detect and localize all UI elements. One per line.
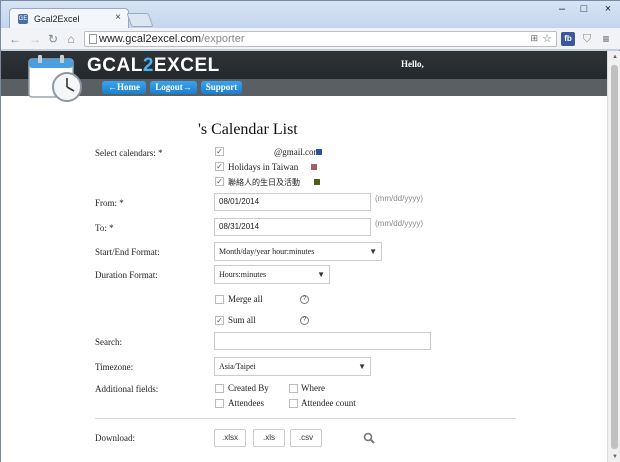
calendar-name-birthdays: 聯絡人的生日及活動 <box>228 178 300 187</box>
download-csv-button[interactable]: .csv <box>290 429 322 447</box>
calendar-color-swatch <box>316 149 322 155</box>
attendee-count-label: Attendee count <box>301 398 356 408</box>
download-label: Download: <box>95 433 135 443</box>
page-icon <box>89 34 97 44</box>
browser-tab[interactable]: GE Gcal2Excel × <box>9 8 129 28</box>
search-input[interactable] <box>214 332 431 350</box>
chevron-down-icon: ▼ <box>317 270 325 279</box>
search-label: Search: <box>95 337 122 347</box>
calendar-name-holidays: Holidays in Taiwan <box>228 162 299 172</box>
url-path: /exporter <box>201 33 245 45</box>
duration-format-label: Duration Format: <box>95 270 158 280</box>
calendar-clock-logo-icon <box>28 55 82 102</box>
close-tab-icon[interactable]: × <box>115 12 121 23</box>
divider <box>95 418 516 419</box>
from-date-input[interactable]: 08/01/2014 <box>214 193 371 211</box>
logout-button[interactable]: Logout→ <box>150 81 197 94</box>
created-by-label: Created By <box>228 383 269 393</box>
additional-fields-label: Additional fields: <box>95 384 159 394</box>
url-host: www.gcal2excel.com <box>99 33 202 45</box>
shield-extension-icon[interactable]: ⛉ <box>581 32 593 46</box>
start-end-format-value: Month/day/year hour:minutes <box>219 247 315 256</box>
minimize-icon[interactable]: – <box>553 3 571 15</box>
browser-window: GE Gcal2Excel × – □ × ← → ↻ ⌂ www.gcal2e… <box>0 0 620 462</box>
scroll-down-icon[interactable]: ▼ <box>611 454 619 460</box>
start-end-format-label: Start/End Format: <box>95 247 160 257</box>
home-icon[interactable]: ⌂ <box>63 31 79 47</box>
forward-icon[interactable]: → <box>27 31 43 47</box>
calendar-checkbox-birthdays[interactable]: ✓ <box>215 177 224 186</box>
attendee-count-checkbox[interactable] <box>289 399 298 408</box>
address-bar[interactable]: www.gcal2excel.com/exporter ⊞ ☆ <box>84 31 557 47</box>
brand-two: 2 <box>142 55 154 76</box>
tab-title: Gcal2Excel <box>34 14 80 24</box>
download-xlsx-button[interactable]: .xlsx <box>214 429 246 447</box>
tab-strip: GE Gcal2Excel × – □ × <box>1 1 620 28</box>
page-content: GCAL2EXCEL Hello, ←Home Logout→ Support … <box>1 51 607 462</box>
to-date-input[interactable]: 08/31/2014 <box>214 218 371 236</box>
duration-format-value: Hours:minutes <box>219 270 267 279</box>
duration-format-select[interactable]: Hours:minutes ▼ <box>214 265 330 284</box>
help-icon[interactable]: ? <box>300 316 309 325</box>
attendees-label: Attendees <box>228 398 264 408</box>
brand-prefix: GCAL <box>87 55 143 76</box>
hello-text: Hello, <box>401 59 424 69</box>
bookmark-star-icon[interactable]: ☆ <box>542 32 552 45</box>
attendees-checkbox[interactable] <box>215 399 224 408</box>
favicon-icon: GE <box>18 14 28 24</box>
sum-all-checkbox[interactable]: ✓ <box>215 316 224 325</box>
calendar-color-swatch <box>311 164 317 170</box>
url-text: www.gcal2excel.com/exporter <box>99 33 245 45</box>
search-icon[interactable] <box>363 432 375 444</box>
select-calendars-label: Select calendars: * <box>95 148 163 158</box>
browser-toolbar: ← → ↻ ⌂ www.gcal2excel.com/exporter ⊞ ☆ … <box>1 28 620 50</box>
home-button[interactable]: ←Home <box>102 81 146 94</box>
merge-all-checkbox[interactable] <box>215 295 224 304</box>
scrollbar-thumb[interactable] <box>611 65 618 449</box>
where-checkbox[interactable] <box>289 384 298 393</box>
close-window-icon[interactable]: × <box>599 3 617 15</box>
help-icon[interactable]: ? <box>300 295 309 304</box>
where-label: Where <box>301 383 325 393</box>
site-subbar <box>1 79 607 96</box>
translate-icon[interactable]: ⊞ <box>530 33 538 44</box>
vertical-scrollbar[interactable]: ▲ ▼ <box>607 51 620 462</box>
new-tab-button[interactable] <box>126 13 154 27</box>
maximize-icon[interactable]: □ <box>575 3 593 15</box>
calendar-checkbox-gmail[interactable]: ✓ <box>215 147 224 156</box>
scroll-up-icon[interactable]: ▲ <box>611 54 619 60</box>
facebook-extension-icon[interactable]: fb <box>561 32 575 46</box>
calendar-checkbox-holidays[interactable]: ✓ <box>215 162 224 171</box>
timezone-select[interactable]: Asia/Taipei ▼ <box>214 357 371 376</box>
timezone-label: Timezone: <box>95 362 134 372</box>
from-label: From: * <box>95 198 124 208</box>
browser-menu-icon[interactable]: ≡ <box>599 32 613 46</box>
created-by-checkbox[interactable] <box>215 384 224 393</box>
download-xls-button[interactable]: .xls <box>253 429 285 447</box>
start-end-format-select[interactable]: Month/day/year hour:minutes ▼ <box>214 242 382 261</box>
calendar-name-gmail: @gmail.com <box>274 147 321 157</box>
to-label: To: * <box>95 223 114 233</box>
chevron-down-icon: ▼ <box>358 362 366 371</box>
support-button[interactable]: Support <box>201 81 242 94</box>
timezone-value: Asia/Taipei <box>219 362 256 371</box>
page-title: 's Calendar List <box>198 121 298 138</box>
sum-all-label: Sum all <box>228 315 256 325</box>
from-date-hint: (mm/dd/yyyy) <box>375 194 423 203</box>
brand-suffix: EXCEL <box>153 55 220 76</box>
site-brand[interactable]: GCAL2EXCEL <box>87 55 220 77</box>
reload-icon[interactable]: ↻ <box>45 31 61 47</box>
chevron-down-icon: ▼ <box>369 247 377 256</box>
to-date-hint: (mm/dd/yyyy) <box>375 219 423 228</box>
calendar-color-swatch <box>314 179 320 185</box>
merge-all-label: Merge all <box>228 294 263 304</box>
back-icon[interactable]: ← <box>7 31 23 47</box>
